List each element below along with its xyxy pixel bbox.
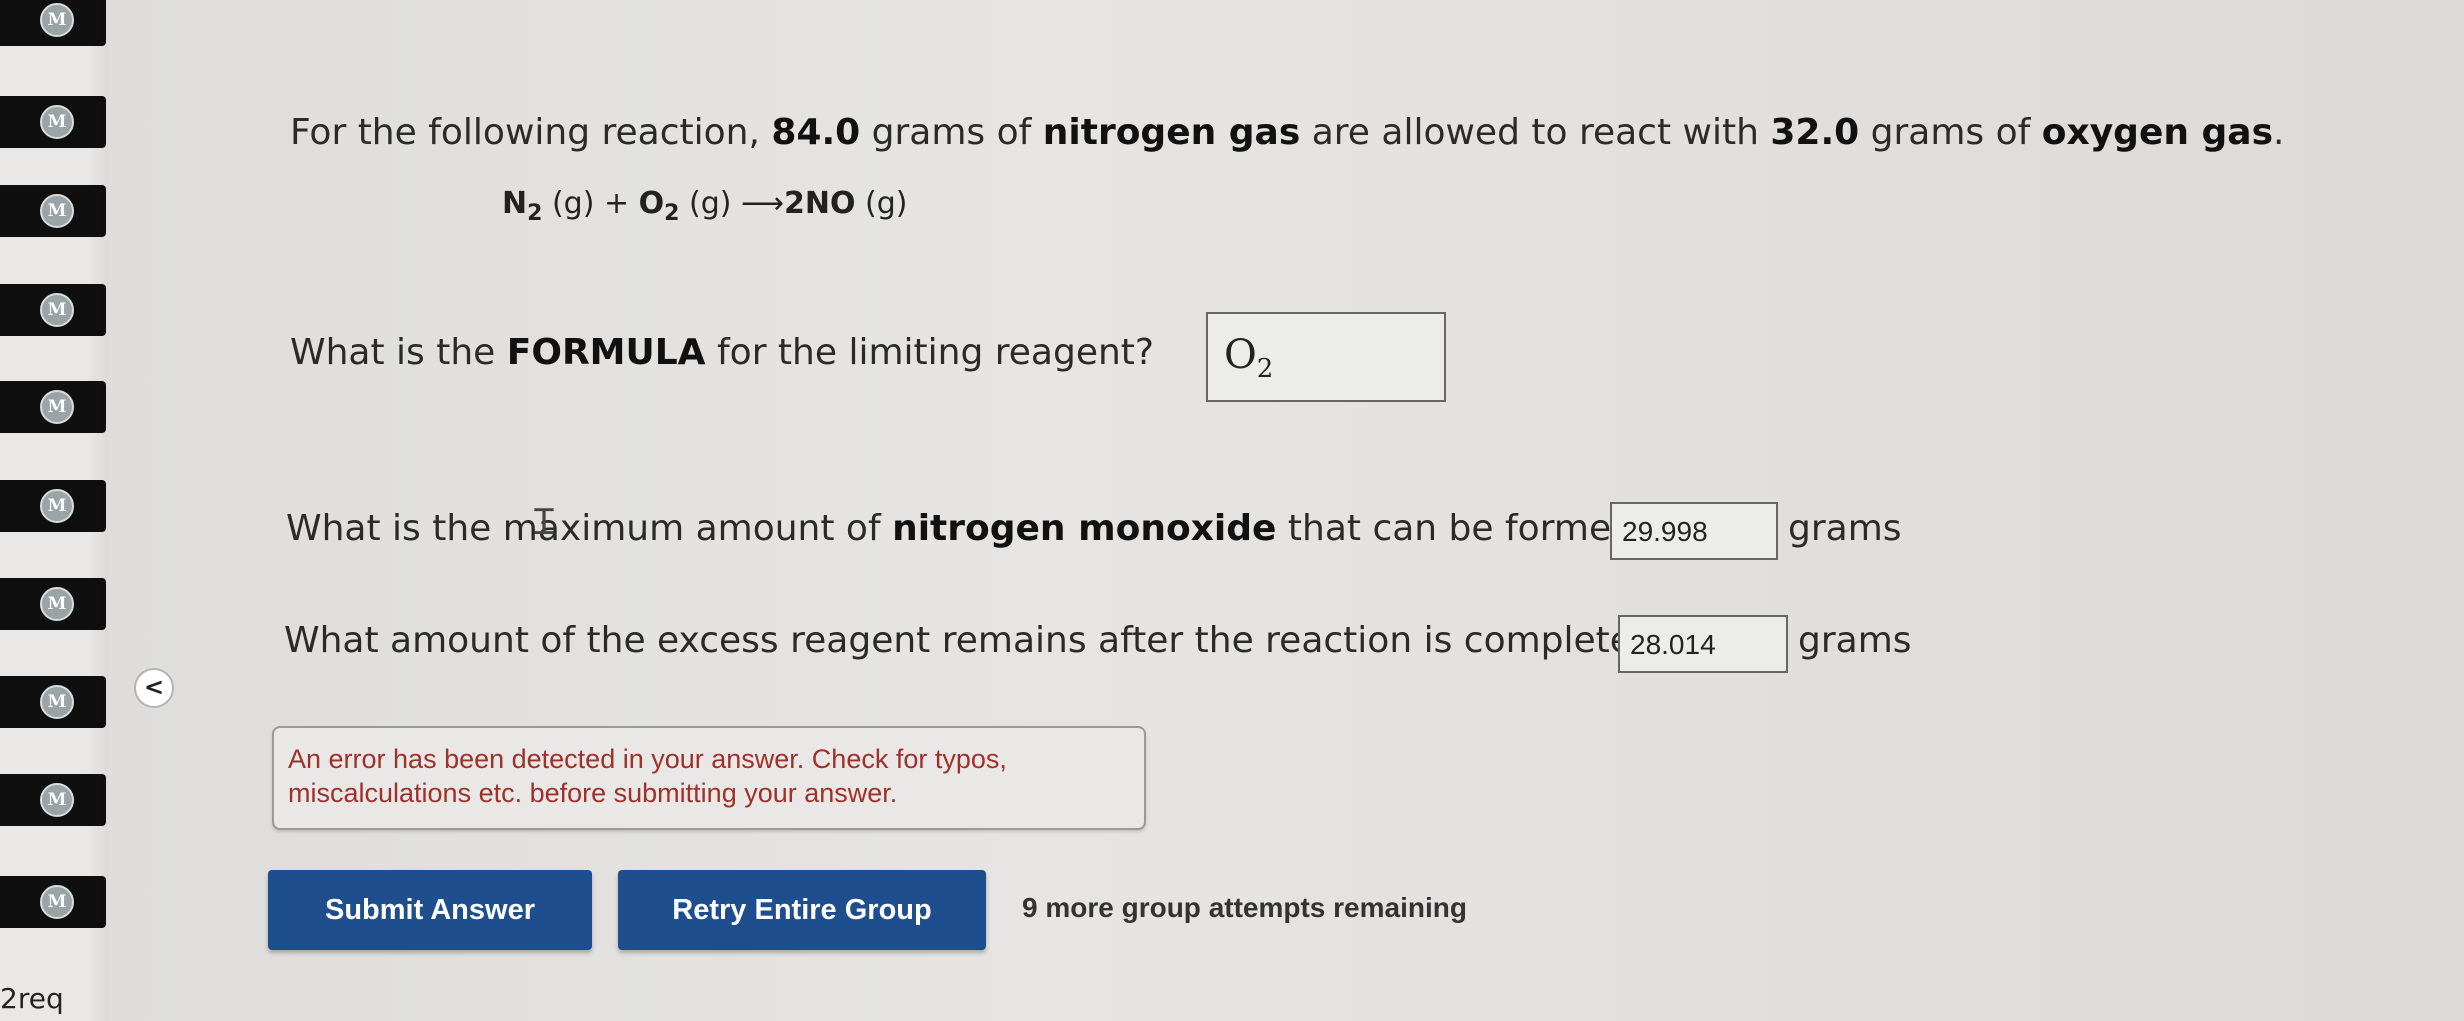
q2-text: What is the maximum amount of (286, 508, 893, 549)
oxygen-name: oxygen gas (2041, 112, 2274, 153)
q2-text: that can be formed? (1276, 508, 1654, 549)
product: 2NO (784, 186, 856, 221)
product-state: (g) (855, 186, 908, 221)
collapse-sidebar-button[interactable]: < (134, 668, 174, 708)
error-message: An error has been detected in your answe… (272, 726, 1146, 830)
intro-text: . (2273, 112, 2285, 153)
intro-text: are allowed to react with (1300, 112, 1771, 153)
intro-text: For the following reaction, (290, 112, 772, 153)
nitrogen-mass: 84.0 (771, 112, 861, 153)
question-excess-reagent: What amount of the excess reagent remain… (284, 620, 1652, 661)
submit-answer-button[interactable]: Submit Answer (268, 870, 592, 950)
max-product-input[interactable]: 29.998 (1610, 502, 1778, 560)
attempts-remaining: 9 more group attempts remaining (1022, 892, 1467, 923)
question-sidebar: M M M M M M M M M M 2req (0, 0, 108, 1021)
limiting-reagent-input[interactable]: O2 (1206, 312, 1446, 402)
reactant-2-state: (g) (679, 186, 741, 221)
reactant-2: O (638, 186, 665, 221)
excess-reagent-input[interactable]: 28.014 (1618, 615, 1788, 673)
nitrogen-name: nitrogen gas (1042, 112, 1301, 153)
q2-emphasis: nitrogen monoxide (892, 508, 1277, 549)
oxygen-mass: 32.0 (1770, 112, 1860, 153)
text-cursor-icon: Ɪ (534, 502, 555, 543)
max-product-unit: grams (1788, 508, 1902, 549)
error-line-2: miscalculations etc. before submitting y… (288, 778, 898, 808)
reactant-2-subscript: 2 (664, 201, 680, 226)
intro-text: grams of (1859, 112, 2042, 153)
reaction-equation: N2 (g) + O2 (g) ⟶2NO (g) (502, 186, 907, 226)
reaction-arrow-icon: ⟶ (740, 186, 784, 221)
formula-symbol: O (1224, 332, 1257, 378)
excess-reagent-unit: grams (1798, 620, 1912, 661)
retry-entire-group-button[interactable]: Retry Entire Group (618, 870, 986, 950)
q1-text: What is the (290, 332, 507, 373)
reactant-1-subscript: 2 (527, 201, 543, 226)
sidebar-edge-shadow (0, 0, 108, 1021)
reactant-1-state: (g) + (542, 186, 639, 221)
reactant-1: N (502, 186, 528, 221)
error-line-1: An error has been detected in your answe… (288, 744, 1007, 774)
question-intro: For the following reaction, 84.0 grams o… (290, 112, 2284, 153)
question-limiting-reagent: What is the FORMULA for the limiting rea… (290, 332, 1154, 373)
question-max-product: What is the maximum amount of nitrogen m… (286, 508, 1653, 549)
formula-subscript: 2 (1256, 354, 1274, 384)
intro-text: grams of (860, 112, 1043, 153)
q1-text: for the limiting reagent? (705, 332, 1155, 373)
q1-emphasis: FORMULA (506, 332, 706, 373)
